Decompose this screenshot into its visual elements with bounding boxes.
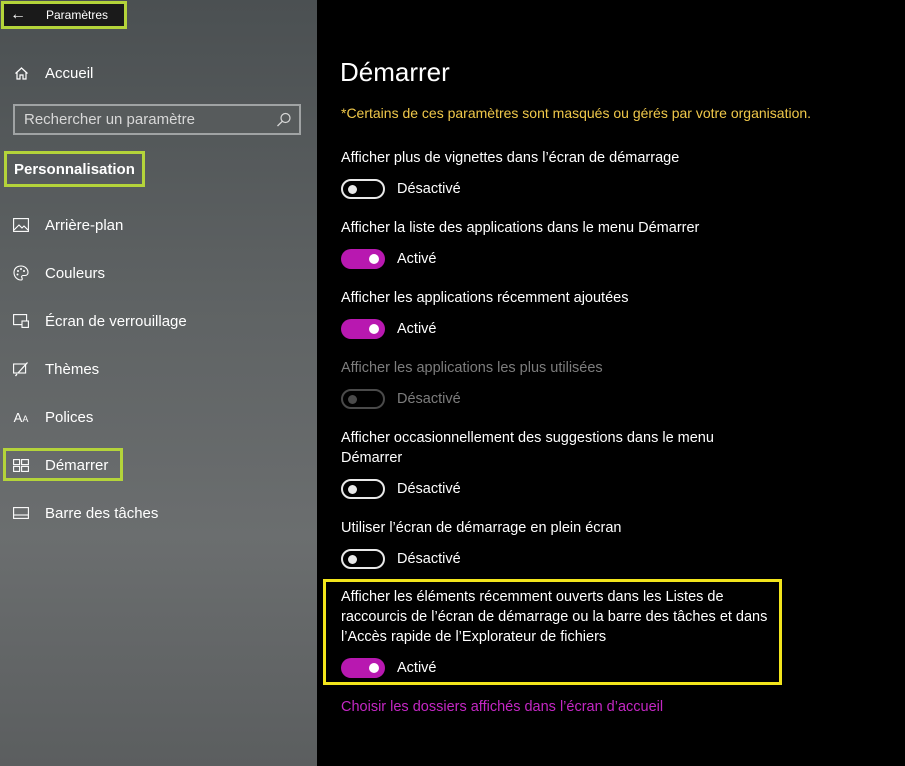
title-bar: ← Paramètres xyxy=(1,1,127,29)
app-title: Paramètres xyxy=(46,8,109,22)
section-title: Personnalisation xyxy=(4,151,145,187)
page-title: Démarrer xyxy=(340,57,450,87)
sidebar-item-label: Arrière-plan xyxy=(45,216,124,234)
toggle-switch xyxy=(341,389,385,409)
setting-label: Afficher les applications les plus utili… xyxy=(341,360,603,376)
toggle-switch[interactable] xyxy=(341,319,385,339)
setting-more-tiles: Afficher plus de vignettes dans l’écran … xyxy=(341,148,781,199)
sidebar-item-home[interactable]: Accueil xyxy=(0,58,317,88)
theme-brush-icon xyxy=(13,361,29,377)
toggle-state: Désactivé xyxy=(397,481,461,497)
search-icon[interactable] xyxy=(275,111,293,129)
sidebar-item-background[interactable]: Arrière-plan xyxy=(0,210,317,240)
search-box[interactable] xyxy=(13,104,301,135)
toggle-switch[interactable] xyxy=(341,479,385,499)
sidebar-item-lock-screen[interactable]: Écran de verrouillage xyxy=(0,306,317,336)
picture-icon xyxy=(13,217,29,233)
taskbar-icon xyxy=(13,505,29,521)
toggle-switch[interactable] xyxy=(341,249,385,269)
palette-icon xyxy=(13,265,29,281)
setting-recently-added: Afficher les applications récemment ajou… xyxy=(341,288,781,339)
sidebar-item-fonts[interactable]: AA Polices xyxy=(0,402,317,432)
home-icon xyxy=(13,65,29,81)
sidebar-item-label: Thèmes xyxy=(45,360,100,378)
arrow-left-icon[interactable]: ← xyxy=(4,4,32,26)
setting-recent-items: Afficher les éléments récemment ouverts … xyxy=(341,587,777,678)
toggle-state: Désactivé xyxy=(397,181,461,197)
setting-app-list: Afficher la liste des applications dans … xyxy=(341,218,781,269)
setting-label: Afficher les applications récemment ajou… xyxy=(341,290,629,306)
toggle-state: Désactivé xyxy=(397,391,461,407)
setting-most-used: Afficher les applications les plus utili… xyxy=(341,358,781,409)
policy-notice: *Certains de ces paramètres sont masqués… xyxy=(341,105,812,121)
active-item-highlight xyxy=(3,448,123,481)
sidebar-item-taskbar[interactable]: Barre des tâches xyxy=(0,498,317,528)
setting-label: Afficher occasionnellement des suggestio… xyxy=(341,430,714,466)
sidebar-item-label: Accueil xyxy=(45,64,94,82)
setting-label: Afficher la liste des applications dans … xyxy=(341,220,700,236)
toggle-state: Désactivé xyxy=(397,551,461,567)
setting-label: Afficher plus de vignettes dans l’écran … xyxy=(341,150,680,166)
lock-screen-icon xyxy=(13,313,29,329)
main-content: Démarrer *Certains de ces paramètres son… xyxy=(317,0,905,766)
setting-label: Afficher les éléments récemment ouverts … xyxy=(341,589,768,645)
setting-full-screen: Utiliser l’écran de démarrage en plein é… xyxy=(341,518,781,569)
search-input[interactable] xyxy=(15,110,266,129)
toggle-state: Activé xyxy=(397,660,437,676)
toggle-switch[interactable] xyxy=(341,658,385,678)
toggle-switch[interactable] xyxy=(341,179,385,199)
toggle-switch[interactable] xyxy=(341,549,385,569)
toggle-state: Activé xyxy=(397,251,437,267)
choose-folders-link[interactable]: Choisir les dossiers affichés dans l’écr… xyxy=(341,699,663,715)
sidebar-item-label: Barre des tâches xyxy=(45,504,159,522)
sidebar-item-label: Couleurs xyxy=(45,264,106,282)
setting-label: Utiliser l’écran de démarrage en plein é… xyxy=(341,520,622,536)
setting-suggestions: Afficher occasionnellement des suggestio… xyxy=(341,428,741,499)
font-icon: AA xyxy=(13,409,29,425)
sidebar-item-colors[interactable]: Couleurs xyxy=(0,258,317,288)
sidebar-item-label: Polices xyxy=(45,408,94,426)
sidebar-item-themes[interactable]: Thèmes xyxy=(0,354,317,384)
sidebar-item-label: Écran de verrouillage xyxy=(45,312,187,330)
toggle-state: Activé xyxy=(397,321,437,337)
sidebar: ← Paramètres Accueil Personnalisation Ar… xyxy=(0,0,317,766)
